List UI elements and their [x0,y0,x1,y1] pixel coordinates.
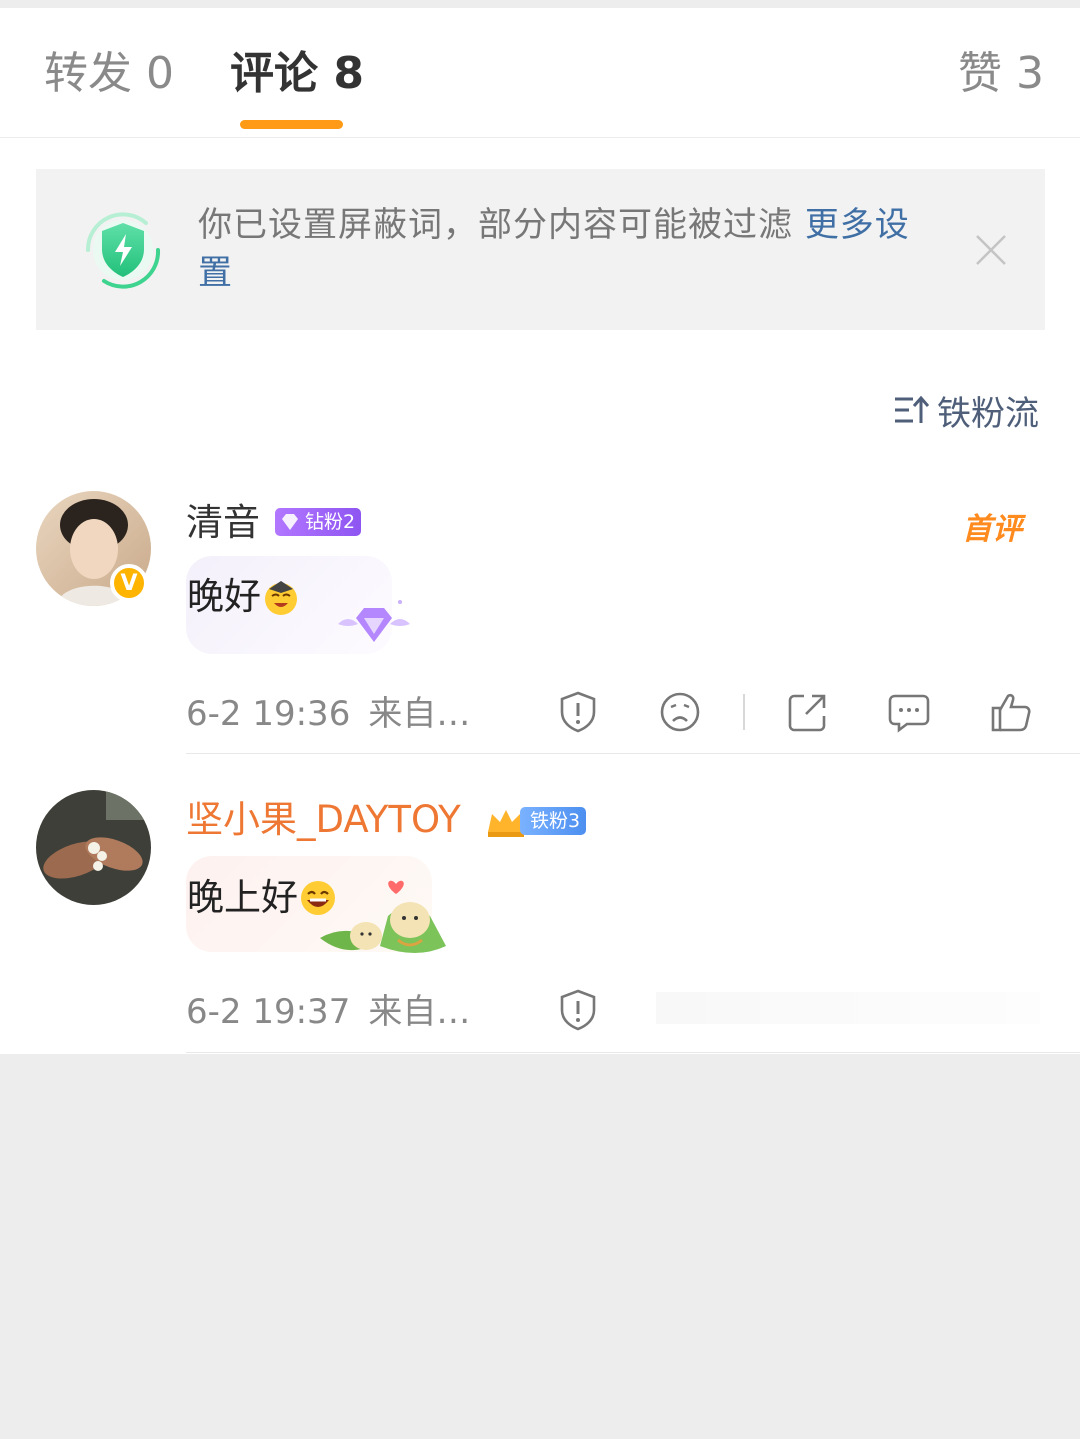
diamond-icon [282,514,298,530]
emoji-icon [265,581,297,615]
comment-meta: 6-2 19:36 来自… [186,694,470,734]
divider [0,137,1080,138]
comment-item: 坚小果_DAYTOY 铁粉3 晚上好 6-2 19:37 来自… [0,786,1080,1056]
tab-comments[interactable]: 评论 8 [230,48,364,100]
fan-badge-label: 钻粉2 [305,511,356,533]
comment-time: 6-2 19:37 [186,992,351,1032]
verified-icon: V [110,564,148,602]
tab-reposts[interactable]: 转发 0 [44,48,174,100]
avatar[interactable] [36,790,151,905]
action-divider [743,694,745,730]
active-tab-indicator [240,120,343,129]
dislike-icon[interactable] [658,690,702,734]
divider [186,1052,1080,1053]
comment-text: 晚上好 [187,876,338,920]
tab-bar: 转发 0 评论 8 赞 3 [0,8,1080,138]
tab-likes[interactable]: 赞 3 [958,48,1044,100]
comment-source: 来自… [368,992,471,1032]
comment-source: 来自… [368,694,471,734]
comment-username[interactable]: 清音 [186,501,260,545]
divider [186,753,1080,754]
like-icon[interactable] [989,690,1033,734]
comment-time: 6-2 19:36 [186,694,351,734]
report-icon[interactable] [556,690,600,734]
report-icon[interactable] [556,988,600,1032]
comment-text-content: 晚上好 [187,876,298,919]
top-strip [0,0,1080,8]
reply-icon[interactable] [887,690,931,734]
share-icon[interactable] [786,690,830,734]
fan-badge[interactable]: 铁粉3 [520,807,587,835]
loading-placeholder [656,992,1040,1024]
notice-text: 你已设置屏蔽词，部分内容可能被过滤 [198,205,805,245]
zongzi-sticker [320,880,446,953]
close-icon[interactable] [974,233,1008,267]
comment-username[interactable]: 坚小果_DAYTOY [186,798,461,842]
sort-button[interactable]: 铁粉流 [893,388,1039,434]
sort-label: 铁粉流 [937,393,1039,434]
first-comment-tag: 首评 [962,512,1022,547]
fan-badge[interactable]: 钻粉2 [275,508,362,536]
comment-text: 晚好 [187,575,301,619]
diamond-sticker [338,600,410,642]
comment-item: V 清音 钻粉2 首评 晚好 6-2 19:36 来自… [0,486,1080,756]
notice-message: 你已设置屏蔽词，部分内容可能被过滤 更多设置 [198,201,938,297]
shield-icon [74,201,172,299]
sort-icon [895,395,929,423]
comment-text-content: 晚好 [187,575,261,618]
fan-badge-label: 铁粉3 [530,810,581,832]
comments-panel: 转发 0 评论 8 赞 3 你已设置屏蔽词，部分内容可能被过滤 更多设置 铁粉流… [0,8,1080,1054]
filter-notice-banner: 你已设置屏蔽词，部分内容可能被过滤 更多设置 [36,169,1045,330]
comment-meta: 6-2 19:37 来自… [186,992,470,1032]
